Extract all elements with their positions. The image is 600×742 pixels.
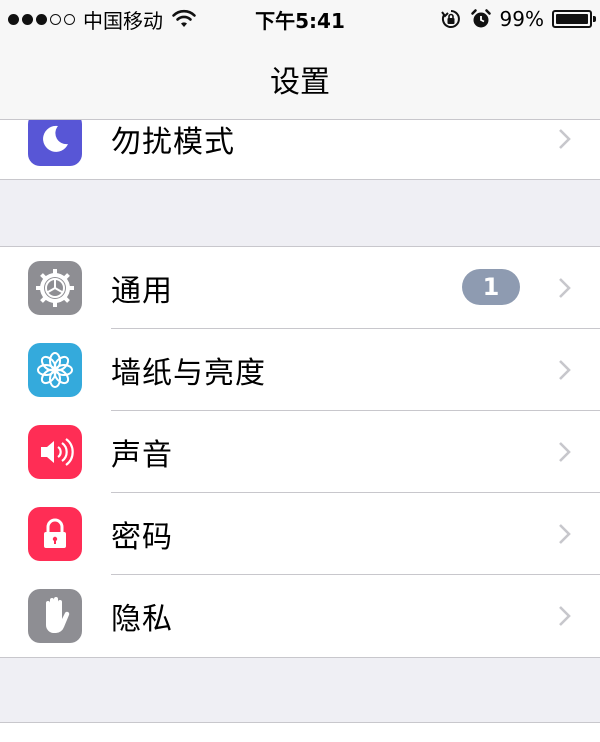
status-bar: 中国移动 下午5:41 99% <box>0 0 600 38</box>
orientation-lock-icon <box>440 10 460 28</box>
chevron-right-icon <box>559 129 571 149</box>
settings-row-sounds[interactable]: 声音 <box>0 411 600 493</box>
moon-icon <box>28 112 82 166</box>
settings-row-privacy[interactable]: 隐私 <box>0 575 600 657</box>
page-title: 设置 <box>270 64 330 100</box>
chevron-right-icon <box>559 278 571 298</box>
settings-group-3 <box>0 722 600 742</box>
settings-row-label: 声音 <box>111 438 173 473</box>
alarm-icon <box>470 9 491 28</box>
navigation-bar: 设置 <box>0 38 600 120</box>
notification-badge: 1 <box>462 269 520 305</box>
gear-icon <box>28 261 82 315</box>
lock-icon <box>28 507 82 561</box>
settings-group-2: 通用 1 墙纸与亮度 声音 密码 隐私 <box>0 246 600 658</box>
settings-row-general[interactable]: 通用 1 <box>0 247 600 329</box>
chevron-right-icon <box>559 442 571 462</box>
settings-row-label: 隐私 <box>111 602 173 637</box>
settings-row-label: 墙纸与亮度 <box>111 356 266 391</box>
battery-icon <box>552 10 596 28</box>
settings-row-label: 密码 <box>111 520 173 555</box>
flower-icon <box>28 343 82 397</box>
chevron-right-icon <box>559 606 571 626</box>
hand-icon <box>28 589 82 643</box>
battery-percent: 99% <box>499 7 544 31</box>
settings-row-passcode[interactable]: 密码 <box>0 493 600 575</box>
chevron-right-icon <box>559 360 571 380</box>
settings-row-label: 通用 <box>111 274 173 309</box>
status-right: 99% <box>440 0 596 38</box>
chevron-right-icon <box>559 524 571 544</box>
settings-row-wallpaper-brightness[interactable]: 墙纸与亮度 <box>0 329 600 411</box>
speaker-icon <box>28 425 82 479</box>
